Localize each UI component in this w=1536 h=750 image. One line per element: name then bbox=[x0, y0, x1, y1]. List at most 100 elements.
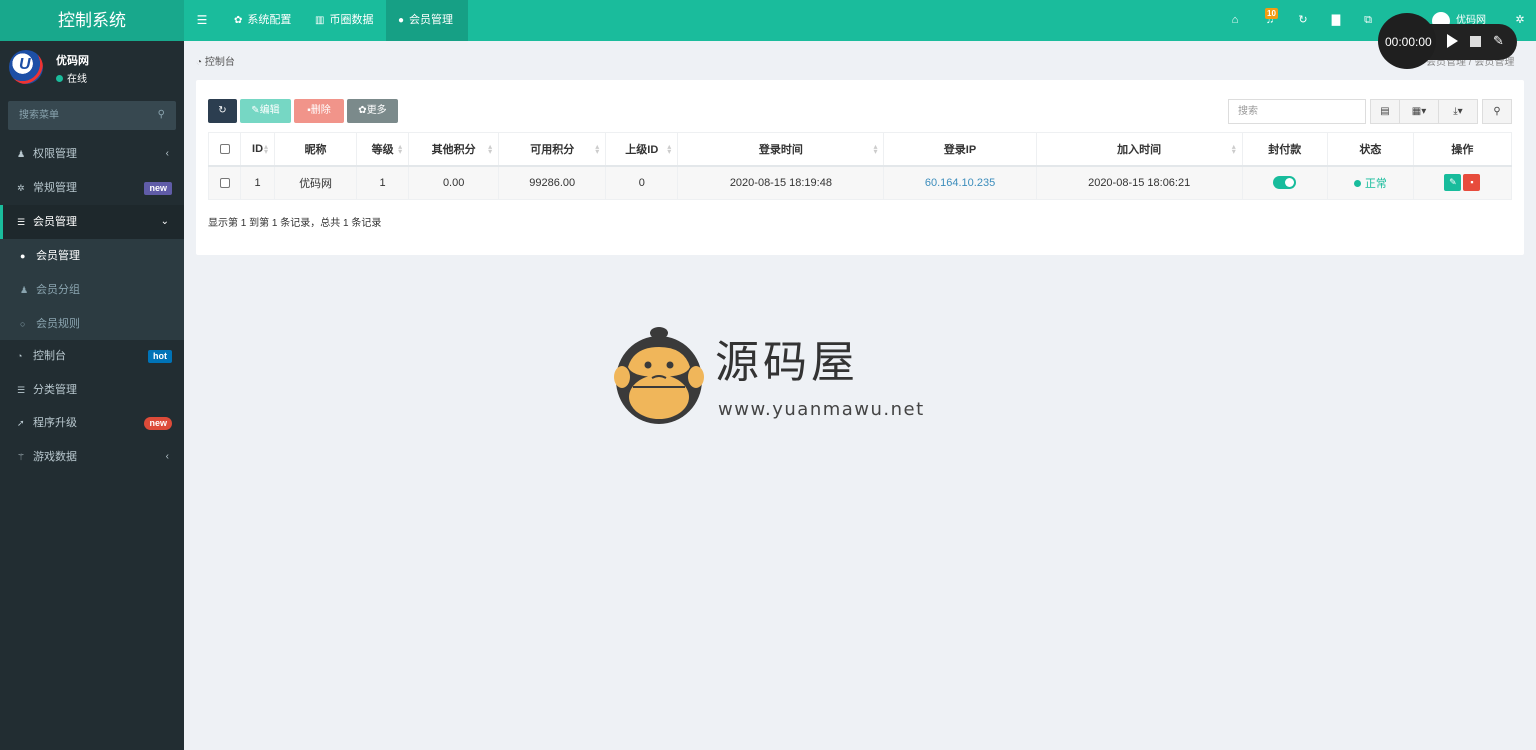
language-icon[interactable]: ⧉ bbox=[1358, 0, 1378, 41]
sidebar-item-members[interactable]: ☰ 会员管理 ⌄ bbox=[0, 205, 184, 239]
sidebar-item-general[interactable]: ✲ 常规管理 new bbox=[0, 171, 184, 205]
bell-icon[interactable]: ♫ bbox=[1260, 0, 1280, 41]
pencil-icon: ✎ bbox=[1449, 177, 1457, 188]
breadcrumb: ◔ 控制台 bbox=[196, 57, 235, 68]
gear-icon: ✿ bbox=[358, 105, 367, 116]
notification-badge: 10 bbox=[1265, 8, 1278, 19]
trash-icon[interactable]: ▇ bbox=[1326, 0, 1346, 41]
select-all-cell bbox=[207, 132, 242, 167]
tab-coin-data[interactable]: ▥ 币圈数据 bbox=[303, 0, 385, 41]
hot-badge: hot bbox=[148, 350, 172, 363]
edit-button[interactable]: ✎编辑 bbox=[240, 99, 291, 123]
sidebar-item-permissions[interactable]: ♟ 权限管理 ‹ bbox=[0, 137, 184, 171]
export-button[interactable]: ⤓▾ bbox=[1438, 99, 1478, 124]
cell-status: 正常 bbox=[1326, 165, 1414, 200]
cell-join-time: 2020-08-15 18:06:21 bbox=[1035, 165, 1243, 200]
pen-icon[interactable]: ✎ bbox=[1493, 33, 1504, 49]
user-panel: U 优码网 在线 bbox=[0, 41, 184, 99]
more-button[interactable]: ✿更多 bbox=[347, 99, 398, 123]
dashboard-icon: ◔ bbox=[196, 57, 205, 68]
delete-button[interactable]: ▪删除 bbox=[294, 99, 344, 123]
row-checkbox[interactable] bbox=[219, 177, 230, 188]
stop-icon[interactable] bbox=[1470, 36, 1481, 47]
user-logo: U bbox=[9, 50, 43, 84]
sort-icon: ▴ ▾ bbox=[1231, 142, 1236, 156]
cell-actions: ✎ ▪ bbox=[1412, 165, 1513, 200]
tab-member-management[interactable]: ● 会员管理 bbox=[386, 0, 468, 41]
col-join-time[interactable]: 加入时间 ▴ ▾ bbox=[1035, 132, 1243, 167]
status-badge: 正常 bbox=[1353, 178, 1387, 190]
col-available-points[interactable]: 可用积分 ▴ ▾ bbox=[498, 132, 607, 167]
cell-login-time: 2020-08-15 18:19:48 bbox=[677, 165, 885, 200]
grid-icon: ▦▾ bbox=[1411, 106, 1427, 117]
chevron-down-icon: ⌄ bbox=[160, 216, 169, 227]
sidebar-item-upgrade[interactable]: ➚ 程序升级 new bbox=[0, 406, 184, 440]
sidebar-subitem-member-management[interactable]: ● 会员管理 bbox=[0, 239, 184, 273]
magic-icon: ⚚ bbox=[17, 452, 26, 462]
watermark-url: www.yuanmawu.net bbox=[718, 399, 925, 420]
login-ip-link[interactable]: 60.164.10.235 bbox=[925, 177, 995, 189]
users-icon: ♟ bbox=[20, 285, 29, 295]
col-parent-id[interactable]: 上级ID ▴ ▾ bbox=[605, 132, 679, 167]
sidebar-item-dashboard[interactable]: ◔ 控制台 hot bbox=[0, 339, 184, 373]
user-icon: ● bbox=[20, 251, 26, 261]
list-icon: ☰ bbox=[17, 217, 26, 227]
table-row[interactable]: 1 优码网 1 0.00 99286.00 0 2020-08-15 18:19… bbox=[207, 165, 1513, 200]
tab-system-config[interactable]: ✿ 系统配置 bbox=[222, 0, 303, 41]
pencil-icon: ✎ bbox=[251, 105, 260, 116]
monkey-logo-icon bbox=[614, 327, 704, 424]
row-delete-button[interactable]: ▪ bbox=[1463, 174, 1481, 192]
search-icon[interactable]: ⚲ bbox=[158, 109, 165, 120]
pagination-info: 显示第 1 到第 1 条记录，总共 1 条记录 bbox=[208, 218, 382, 229]
col-payment: 封付款 bbox=[1241, 132, 1328, 167]
top-navbar: 控制系统 ☰ ✿ 系统配置 ▥ 币圈数据 ● 会员管理 ⌂ ♫ ↻ ▇ ⧉ 优码网 ✲ bbox=[0, 0, 1536, 41]
columns-button[interactable]: ▦▾ bbox=[1399, 99, 1439, 124]
search-icon: ⚲ bbox=[1493, 106, 1501, 117]
row-select-cell bbox=[207, 165, 242, 200]
sidebar-item-categories[interactable]: ☰ 分类管理 bbox=[0, 373, 184, 407]
sidebar-user-name: 优码网 bbox=[56, 55, 89, 67]
menu-toggle-icon[interactable]: ☰ bbox=[184, 0, 220, 41]
payment-toggle[interactable] bbox=[1273, 176, 1297, 190]
export-icon: ⤓▾ bbox=[1453, 106, 1463, 117]
sidebar-subitem-member-groups[interactable]: ♟ 会员分组 bbox=[0, 273, 184, 307]
app-title[interactable]: 控制系统 bbox=[0, 0, 184, 41]
sidebar-item-game-data[interactable]: ⚚ 游戏数据 ‹ bbox=[0, 440, 184, 474]
sidebar-search-input[interactable] bbox=[8, 101, 148, 130]
gear-icon: ✿ bbox=[234, 15, 243, 26]
sort-icon: ▴ ▾ bbox=[873, 142, 878, 156]
home-icon[interactable]: ⌂ bbox=[1225, 0, 1245, 41]
list-icon: ☰ bbox=[17, 385, 26, 395]
member-table: ID ▴ ▾ 昵称 等级 ▴ ▾ 其他积分 ▴ ▾ 可用积分 ▴ ▾ 上级ID ▴ ▾ 登录时间 ▴ ▾… bbox=[207, 132, 1513, 200]
select-all-checkbox[interactable] bbox=[219, 143, 230, 154]
recorder-time: 00:00:00 bbox=[1385, 35, 1432, 49]
cell-payment bbox=[1241, 165, 1328, 200]
new-badge: new bbox=[144, 417, 172, 430]
col-login-time[interactable]: 登录时间 ▴ ▾ bbox=[677, 132, 885, 167]
play-icon[interactable] bbox=[1447, 34, 1458, 48]
refresh-button[interactable]: ↻ bbox=[208, 99, 237, 123]
status-dot-icon bbox=[1353, 179, 1361, 187]
sidebar-search: ⚲ bbox=[8, 101, 176, 130]
cell-nickname: 优码网 bbox=[274, 165, 358, 200]
users-icon: ♟ bbox=[17, 149, 26, 159]
col-id[interactable]: ID ▴ ▾ bbox=[240, 132, 276, 167]
toggle-view-button[interactable]: ▤ bbox=[1370, 99, 1400, 124]
table-search-input[interactable] bbox=[1228, 99, 1366, 124]
user-icon: ● bbox=[398, 15, 405, 26]
sort-icon: ▴ ▾ bbox=[488, 142, 493, 156]
col-actions: 操作 bbox=[1412, 132, 1513, 167]
chevron-left-icon: ‹ bbox=[165, 451, 169, 462]
col-other-points[interactable]: 其他积分 ▴ ▾ bbox=[408, 132, 500, 167]
rocket-icon: ➚ bbox=[17, 418, 25, 428]
sidebar-subitem-member-rules[interactable]: ○ 会员规则 bbox=[0, 307, 184, 341]
row-edit-button[interactable]: ✎ bbox=[1444, 174, 1462, 192]
trash-icon: ▪ bbox=[1470, 177, 1474, 188]
sort-icon: ▴ ▾ bbox=[264, 142, 269, 156]
refresh-icon[interactable]: ↻ bbox=[1293, 0, 1313, 41]
sort-icon: ▴ ▾ bbox=[595, 142, 600, 156]
watermark-title: 源码屋 bbox=[715, 337, 859, 388]
chevron-left-icon: ‹ bbox=[165, 148, 169, 159]
advanced-search-button[interactable]: ⚲ bbox=[1482, 99, 1512, 124]
col-level[interactable]: 等级 ▴ ▾ bbox=[356, 132, 410, 167]
